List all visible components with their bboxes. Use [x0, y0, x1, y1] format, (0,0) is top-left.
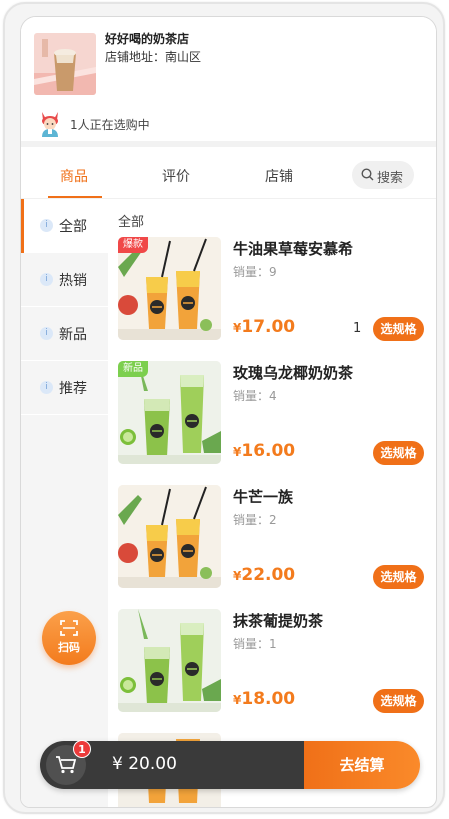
search-icon — [361, 168, 374, 181]
category-item-hot[interactable]: i 热销 — [21, 253, 108, 307]
select-spec-button[interactable]: 选规格 — [373, 689, 424, 713]
cart-total: ¥ 20.00 — [112, 754, 177, 774]
checkout-button[interactable]: 去结算 — [304, 741, 420, 789]
category-label: 新品 — [59, 327, 87, 343]
tab-store[interactable]: 店铺 — [265, 166, 293, 186]
app-screen: 好好喝的奶茶店 店铺地址：南山区 1人正在选购中 商品 评价 店铺 搜索 i 全… — [20, 16, 437, 808]
shop-logo — [34, 33, 96, 95]
product-badge: 新品 — [118, 361, 148, 377]
tab-reviews[interactable]: 评价 — [162, 166, 190, 186]
product-item[interactable]: 爆款 牛油果草莓安慕希 销量：9 ¥17.00 1 选规格 — [118, 237, 436, 341]
category-sidebar: i 全部 i 热销 i 新品 i 推荐 — [21, 199, 108, 807]
browsing-count-text: 1人正在选购中 — [70, 118, 150, 132]
product-name: 牛油果草莓安慕希 — [233, 240, 354, 258]
list-section-title: 全部 — [118, 215, 145, 230]
scan-icon — [60, 620, 78, 636]
select-spec-button[interactable]: 选规格 — [373, 565, 424, 589]
product-price: ¥18.00 — [233, 689, 295, 709]
product-item[interactable]: 牛芒一族 销量：2 ¥22.00 选规格 — [118, 485, 436, 589]
product-sales: 销量：1 — [233, 637, 277, 651]
tab-bar: 商品 评价 店铺 搜索 — [21, 153, 436, 199]
category-item-recommend[interactable]: i 推荐 — [21, 361, 108, 415]
category-label: 全部 — [59, 219, 87, 235]
price-value: 22.00 — [241, 565, 296, 585]
product-sales: 销量：9 — [233, 265, 277, 279]
product-image — [118, 609, 221, 712]
search-button[interactable]: 搜索 — [352, 161, 414, 189]
product-image: 新品 — [118, 361, 221, 464]
product-name: 牛芒一族 — [233, 488, 294, 506]
price-value: 18.00 — [241, 689, 296, 709]
user-avatar-icon — [39, 111, 61, 137]
category-label: 推荐 — [59, 381, 87, 397]
info-icon: i — [40, 219, 53, 232]
product-price: ¥17.00 — [233, 317, 295, 337]
product-sales: 销量：2 — [233, 513, 277, 527]
category-item-all[interactable]: i 全部 — [21, 199, 108, 253]
price-value: 16.00 — [241, 441, 296, 461]
product-quantity: 1 — [353, 321, 362, 336]
info-icon: i — [40, 381, 53, 394]
browsing-info: 1人正在选购中 — [21, 107, 436, 147]
product-price: ¥22.00 — [233, 565, 295, 585]
search-label: 搜索 — [377, 171, 404, 186]
price-value: 17.00 — [241, 317, 296, 337]
info-icon: i — [40, 327, 53, 340]
product-image — [118, 485, 221, 588]
shop-address: 店铺地址：南山区 — [105, 50, 202, 64]
product-item[interactable]: 新品 玫瑰乌龙椰奶奶茶 销量：4 ¥16.00 选规格 — [118, 361, 436, 465]
select-spec-button[interactable]: 选规格 — [373, 317, 424, 341]
category-item-new[interactable]: i 新品 — [21, 307, 108, 361]
phone-frame: 好好喝的奶茶店 店铺地址：南山区 1人正在选购中 商品 评价 店铺 搜索 i 全… — [3, 2, 445, 814]
product-name: 抹茶葡提奶茶 — [233, 612, 324, 630]
select-spec-button[interactable]: 选规格 — [373, 441, 424, 465]
product-sales: 销量：4 — [233, 389, 277, 403]
shop-header: 好好喝的奶茶店 店铺地址：南山区 — [21, 17, 436, 107]
product-item[interactable]: 抹茶葡提奶茶 销量：1 ¥18.00 选规格 — [118, 609, 436, 713]
scan-label: 扫码 — [58, 641, 80, 654]
info-icon: i — [40, 273, 53, 286]
cart-bar: ¥ 20.00 去结算 — [40, 741, 420, 789]
product-name: 玫瑰乌龙椰奶奶茶 — [233, 364, 354, 382]
tab-active-indicator — [48, 196, 102, 198]
cart-count-badge: 1 — [73, 740, 91, 758]
product-image: 爆款 — [118, 237, 221, 340]
product-badge: 爆款 — [118, 237, 148, 253]
category-label: 热销 — [59, 273, 87, 289]
scan-button[interactable]: 扫码 — [42, 611, 96, 665]
product-price: ¥16.00 — [233, 441, 295, 461]
tab-products[interactable]: 商品 — [60, 166, 88, 186]
shop-name: 好好喝的奶茶店 — [105, 32, 190, 46]
